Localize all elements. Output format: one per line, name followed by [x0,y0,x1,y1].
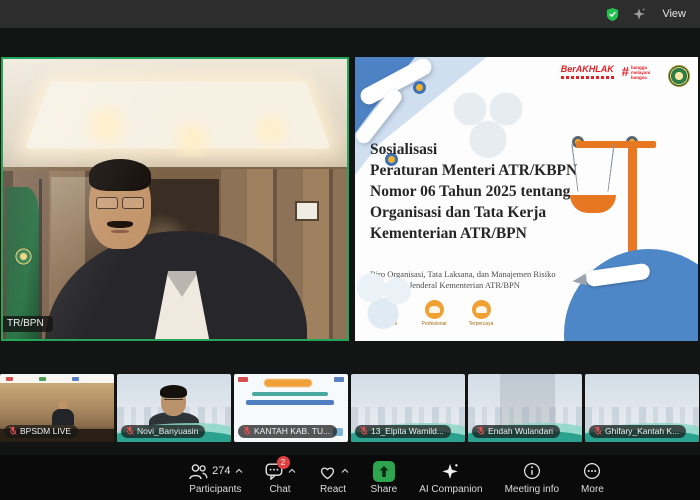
muted-mic-icon [477,426,485,435]
participant-thumbnail[interactable]: KANTAH KAB. TU... [234,374,348,442]
meeting-info-button[interactable]: Meeting info [505,461,559,495]
berakhlak-logo: BerAKHLAK [560,65,615,79]
participant-thumbnail[interactable]: Endah Wulandari [468,374,582,442]
mini-slide-text [252,392,328,396]
share-button[interactable]: Share [371,460,397,495]
heart-icon [320,466,334,479]
participant-name-pill: 13_Elpita Wamild... [355,425,451,438]
security-shield-icon[interactable] [605,7,620,22]
window-topbar: View [0,0,700,28]
participant-thumbnail[interactable]: Novi_Banyuasin [117,374,231,442]
slide-bottom-flower-decor [355,263,423,333]
light-haze [3,59,347,339]
ai-companion-button[interactable]: AI Companion [419,461,483,495]
shared-screen-tile[interactable]: BerAKHLAK # bangga melayani bangsa Sosia… [355,57,698,341]
participant-thumbnail[interactable]: 13_Elpita Wamild... [351,374,465,442]
participants-button[interactable]: 274 Participants [188,461,242,495]
profesional-icon [424,300,444,319]
thumbnail-person-head [160,385,187,416]
chat-button[interactable]: 2 Chat [265,455,296,495]
chat-unread-badge: 2 [276,455,290,469]
thumbnail-banner [0,374,114,383]
speaker-name-tag: TR/BPN [3,316,53,332]
mini-slide-title [264,379,312,387]
thumbnail-person [50,400,76,426]
speaker-video-tile[interactable]: TR/BPN [1,57,349,341]
atrbpn-ministry-logo [668,65,690,87]
react-button[interactable]: React [318,461,349,495]
more-button[interactable]: More [581,461,604,495]
terpercaya-icon [471,300,491,319]
participants-icon [189,463,208,479]
zoom-meeting-window: View TR/BPN BerAKHLAK # bangga melayani … [0,0,700,500]
muted-mic-icon [9,426,17,435]
slide-header-logos: BerAKHLAK # bangga melayani bangsa [560,64,690,87]
participant-name-pill: KANTAH KAB. TU... [238,425,338,438]
view-menu-button[interactable]: View [658,6,690,22]
participant-name-pill: Endah Wulandari [472,425,561,438]
value-badge-terpercaya: Terpercaya [464,300,498,327]
muted-mic-icon [594,426,602,435]
participant-name-pill: BPSDM LIVE [4,425,79,438]
muted-mic-icon [126,426,134,435]
chevron-up-icon[interactable] [288,468,296,474]
chevron-up-icon[interactable] [235,468,243,474]
participant-filmstrip: BPSDM LIVE Novi_Banyuasin KANTAH KAB. TU… [0,374,700,442]
meeting-toolbar: 274 Participants 2 Chat React Share AI C… [0,455,700,500]
participant-thumbnail[interactable]: BPSDM LIVE [0,374,114,442]
slide-dot-decor [413,81,426,94]
muted-mic-icon [360,426,368,435]
bangga-melayani-bangsa-logo: # bangga melayani bangsa [621,64,651,80]
info-icon [523,462,540,480]
mini-slide-logo [238,377,248,382]
mini-slide-logo [334,377,344,382]
muted-mic-icon [243,426,251,435]
chevron-up-icon[interactable] [341,468,349,474]
meeting-stage: TR/BPN BerAKHLAK # bangga melayani bangs… [0,28,700,374]
participant-thumbnail[interactable]: Ghifary_Kantah K... [585,374,699,442]
participant-count: 274 [212,465,231,477]
share-screen-icon [372,460,395,482]
sparkle-icon [442,463,458,479]
participant-name-pill: Ghifary_Kantah K... [589,425,687,438]
participant-name-pill: Novi_Banyuasin [121,425,206,438]
ai-companion-topbar-icon[interactable] [632,7,646,21]
ellipsis-icon [584,462,601,480]
mini-slide-text [246,400,334,405]
